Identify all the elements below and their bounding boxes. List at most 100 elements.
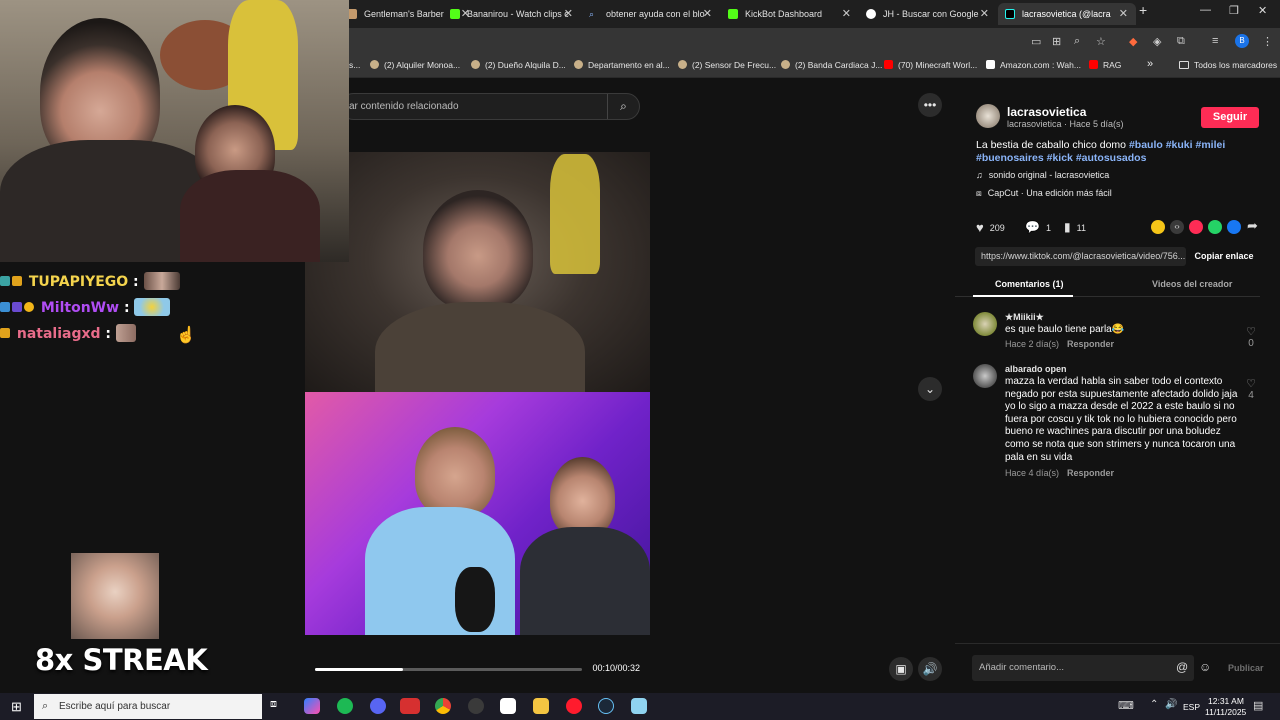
close-icon[interactable]: ✕ [703, 3, 712, 25]
save-action[interactable]: ▮ 11 [1064, 220, 1086, 234]
video-progress-bar[interactable] [315, 668, 582, 671]
tab-comments[interactable]: Comentarios (1) [995, 279, 1064, 289]
tab-tiktok-lacrasovietica[interactable]: lacrasovietica (@lacra ✕ [998, 3, 1136, 25]
hashtag-link[interactable]: #baulo [1129, 139, 1163, 151]
close-icon[interactable]: ✕ [564, 3, 573, 25]
menu-dots-icon[interactable]: ⋮ [1262, 35, 1273, 48]
publish-button[interactable]: Publicar [1228, 663, 1264, 673]
file-explorer-icon[interactable] [533, 698, 549, 714]
volume-button[interactable]: 🔊 [918, 657, 942, 681]
more-options-button[interactable]: ••• [918, 93, 942, 117]
reading-list-icon[interactable]: ≡ [1212, 35, 1218, 47]
bookmark-item[interactable]: RAG [1089, 60, 1121, 70]
hashtag-link[interactable]: #kuki [1166, 139, 1193, 151]
cast-icon[interactable]: ▭ [1031, 35, 1041, 48]
app-icon[interactable] [500, 698, 516, 714]
zoom-icon[interactable]: ⌕ [1074, 35, 1080, 48]
bookmark-item[interactable]: (2) Dueño Alquila D... [471, 60, 566, 70]
tab-creator-videos[interactable]: Videos del creador [1152, 279, 1232, 289]
capcut-link[interactable]: ⧈ CapCut · Una edición más fácil [976, 188, 1112, 199]
mention-icon[interactable]: @ [1176, 660, 1188, 674]
tab-bananirou[interactable]: Bananirou - Watch clips c ✕ [443, 3, 581, 25]
hashtag-link[interactable]: #autosusados [1076, 152, 1147, 164]
opera-icon[interactable] [566, 698, 582, 714]
taskbar-search-input[interactable]: ⌕ Escribe aquí para buscar [34, 694, 262, 719]
comment-like-button[interactable]: ♡ [1245, 377, 1257, 390]
pip-button[interactable]: ▣ [889, 657, 913, 681]
volume-tray-icon[interactable]: 🔊 [1165, 699, 1177, 710]
follow-button[interactable]: Seguir [1201, 107, 1259, 128]
close-icon[interactable]: ✕ [842, 3, 851, 25]
bookmark-star-icon[interactable]: ☆ [1096, 35, 1106, 48]
creator-name[interactable]: lacrasovietica [1007, 105, 1086, 119]
tab-kickbot-dashboard[interactable]: KickBot Dashboard ✕ [721, 3, 859, 25]
share-arrow-icon[interactable]: ➦ [1247, 218, 1258, 234]
next-video-button[interactable]: ⌄ [918, 377, 942, 401]
tab-obtener-ayuda[interactable]: ⌕ obtener ayuda con el blo ✕ [582, 3, 720, 25]
app-icon[interactable] [631, 698, 647, 714]
bookmark-item[interactable]: Departamento en al... [574, 60, 670, 70]
reply-button[interactable]: Responder [1067, 339, 1114, 349]
coin-icon[interactable] [1151, 220, 1165, 234]
windows-start-icon[interactable]: ⊞ [11, 699, 22, 715]
comment-username[interactable]: albarado open [1005, 364, 1067, 374]
chrome-icon[interactable] [435, 698, 451, 714]
more-bookmarks-icon[interactable]: » [1147, 58, 1153, 70]
minimize-icon[interactable]: — [1200, 4, 1211, 16]
clock-date[interactable]: 11/11/2025 [1205, 707, 1246, 717]
extension-icon[interactable]: ◈ [1153, 35, 1161, 48]
bookmark-item[interactable]: s... [349, 60, 360, 70]
hashtag-link[interactable]: #milei [1195, 139, 1225, 151]
embed-icon[interactable]: ‹› [1170, 220, 1184, 234]
hashtag-link[interactable]: #kick [1047, 152, 1073, 164]
notification-icon[interactable]: ▤ [1253, 699, 1263, 712]
extension-icon[interactable]: ◆ [1129, 35, 1137, 48]
sound-link[interactable]: ♫ sonido original - lacrasovietica [976, 170, 1109, 180]
tab-google-search[interactable]: JH - Buscar con Google ✕ [859, 3, 997, 25]
close-icon[interactable]: ✕ [980, 3, 989, 25]
profile-avatar[interactable]: B [1235, 34, 1249, 48]
bookmark-item[interactable]: (2) Alquiler Monoa... [370, 60, 460, 70]
spotify-icon[interactable] [337, 698, 353, 714]
comment-avatar[interactable] [973, 364, 997, 388]
whatsapp-icon[interactable] [1208, 220, 1222, 234]
bookmark-item[interactable]: (2) Sensor De Frecu... [678, 60, 776, 70]
video-player[interactable] [305, 152, 650, 635]
copilot-icon[interactable] [304, 698, 320, 714]
hashtag-link[interactable]: #buenosaires [976, 152, 1044, 164]
task-view-icon[interactable]: ⧈ [270, 698, 286, 714]
voicemeeter-icon[interactable] [400, 698, 420, 714]
comment-username[interactable]: ★Miikii★ [1005, 312, 1044, 323]
chevron-up-icon[interactable]: ⌃ [1150, 699, 1158, 710]
comment-action[interactable]: 💬 1 [1025, 220, 1051, 234]
extensions-puzzle-icon[interactable]: ⧉ [1177, 35, 1185, 48]
emoji-icon[interactable]: ☺ [1199, 660, 1211, 674]
translate-icon[interactable]: ⊞ [1052, 35, 1061, 48]
obs-icon[interactable] [468, 698, 484, 714]
search-input[interactable]: ar contenido relacionado ⌕ [340, 93, 640, 120]
bookmark-item[interactable]: (70) Minecraft Worl... [884, 60, 977, 70]
restore-icon[interactable]: ❐ [1229, 4, 1239, 17]
comment-like-button[interactable]: ♡ [1245, 325, 1257, 338]
language-indicator[interactable]: ESP [1183, 702, 1200, 712]
bookmark-item[interactable]: (2) Banda Cardiaca J... [781, 60, 882, 70]
comment-avatar[interactable] [973, 312, 997, 336]
close-icon[interactable]: ✕ [1119, 3, 1128, 25]
creator-avatar[interactable] [976, 104, 1000, 128]
keyboard-icon[interactable]: ⌨ [1118, 699, 1134, 712]
new-tab-button[interactable]: + [1139, 2, 1147, 18]
all-bookmarks[interactable]: Todos los marcadores [1179, 60, 1277, 70]
like-action[interactable]: ♥ 209 [976, 220, 1005, 235]
discord-icon[interactable] [370, 698, 386, 714]
share-url-field[interactable]: https://www.tiktok.com/@lacrasovietica/v… [975, 247, 1186, 266]
close-window-icon[interactable]: ✕ [1258, 4, 1267, 17]
copy-link-button[interactable]: Copiar enlace [1190, 247, 1258, 266]
clock-time[interactable]: 12:31 AM [1208, 696, 1244, 706]
repost-icon[interactable] [1189, 220, 1203, 234]
reply-button[interactable]: Responder [1067, 468, 1114, 478]
steam-icon[interactable] [598, 698, 614, 714]
facebook-icon[interactable] [1227, 220, 1241, 234]
bookmark-item[interactable]: Amazon.com : Wah... [986, 60, 1081, 70]
search-button[interactable]: ⌕ [607, 94, 639, 119]
comment-input[interactable]: Añadir comentario... [972, 655, 1194, 681]
